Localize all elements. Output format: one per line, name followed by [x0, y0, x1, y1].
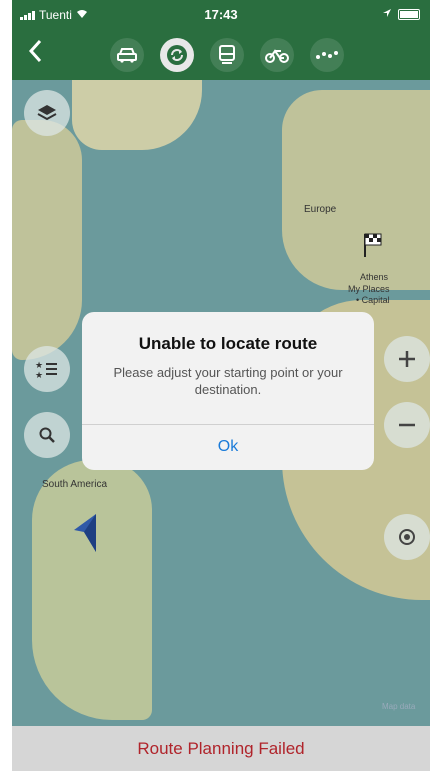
minus-icon — [399, 423, 415, 427]
search-button[interactable] — [24, 412, 70, 458]
layers-icon — [37, 105, 57, 121]
refresh-icon — [167, 45, 187, 65]
car-icon — [117, 48, 137, 63]
starred-list-icon: ★★ — [35, 361, 57, 379]
ok-button[interactable]: Ok — [82, 424, 374, 470]
land-south-america — [32, 460, 152, 720]
map-label-my-places: My Places — [348, 284, 390, 294]
zoom-in-button[interactable] — [384, 336, 430, 382]
mode-bike-button[interactable] — [260, 38, 294, 72]
svg-text:★: ★ — [35, 371, 43, 379]
chevron-left-icon — [28, 39, 42, 63]
dialog-title: Unable to locate route — [138, 334, 318, 353]
mode-any-button[interactable] — [160, 38, 194, 72]
battery-icon — [398, 8, 420, 20]
clock: 17:43 — [204, 7, 238, 22]
mode-car-button[interactable] — [110, 38, 144, 72]
route-status-bar: Route Planning Failed — [12, 726, 430, 771]
footsteps-icon — [316, 51, 338, 59]
land-greenland — [72, 80, 202, 150]
plus-icon — [399, 351, 415, 367]
back-button[interactable] — [28, 36, 42, 72]
svg-text:★: ★ — [35, 361, 43, 371]
zoom-out-button[interactable] — [384, 402, 430, 448]
app-screen: Tuenti 17:43 Europe Athens My Places • C… — [12, 0, 430, 771]
top-bar: Tuenti 17:43 — [12, 0, 430, 80]
status-right — [382, 7, 420, 21]
map-label-europe: Europe — [304, 204, 337, 215]
train-icon — [219, 45, 235, 64]
land-europe-asia — [282, 90, 430, 290]
crosshair-icon — [399, 529, 415, 545]
map-label-south-america: South America — [42, 479, 108, 490]
dialog-message: Please adjust your starting point or you… — [113, 365, 343, 397]
map-label-athens: Athens — [360, 272, 389, 282]
search-icon — [39, 427, 55, 443]
land-north-america — [12, 120, 82, 360]
favorites-list-button[interactable]: ★ ★ — [24, 346, 70, 392]
bicycle-icon — [265, 49, 289, 63]
mode-transit-button[interactable] — [210, 38, 244, 72]
status-bar: Tuenti 17:43 — [12, 0, 430, 28]
route-mode-bar — [12, 32, 430, 76]
mode-walk-button[interactable] — [310, 38, 344, 72]
map-attribution: Map data — [382, 702, 416, 711]
my-location-button[interactable] — [384, 514, 430, 560]
route-error-dialog: Unable to locate route Please adjust you… — [82, 312, 374, 470]
location-arrow-icon — [382, 7, 392, 21]
layers-button[interactable] — [24, 90, 70, 136]
map-label-capital: • Capital — [356, 295, 390, 305]
start-arrow-icon[interactable] — [70, 512, 100, 559]
destination-flag-icon[interactable] — [362, 232, 384, 263]
